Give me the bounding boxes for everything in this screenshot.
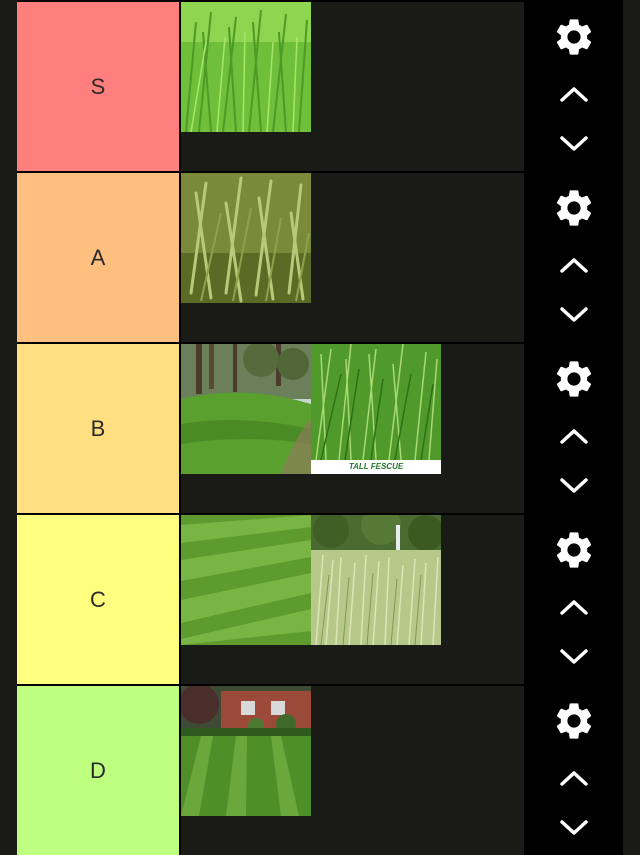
tier-row-d: D: [17, 686, 623, 855]
tier-row-a: A: [17, 173, 623, 342]
chevron-down-icon[interactable]: [524, 639, 623, 675]
gear-icon[interactable]: [524, 525, 623, 575]
tier-label-c[interactable]: C: [17, 515, 181, 684]
gear-icon[interactable]: [524, 12, 623, 62]
tier-items-s[interactable]: [181, 2, 524, 171]
gear-icon[interactable]: [524, 354, 623, 404]
tier-controls-b: [524, 344, 623, 513]
tier-items-c[interactable]: [181, 515, 524, 684]
striped-lawn-image[interactable]: [181, 515, 311, 645]
tall-fescue-image[interactable]: TALL FESCUE: [311, 344, 441, 474]
wheat-grass-field-image[interactable]: [311, 515, 441, 645]
tier-label-s[interactable]: S: [17, 2, 181, 171]
shaded-lawn-trees-image[interactable]: [181, 344, 311, 474]
chevron-down-icon[interactable]: [524, 126, 623, 162]
house-lawn-stripes-image[interactable]: [181, 686, 311, 816]
tier-items-d[interactable]: [181, 686, 524, 855]
tier-label-a[interactable]: A: [17, 173, 181, 342]
tier-items-a[interactable]: [181, 173, 524, 342]
chevron-down-icon[interactable]: [524, 297, 623, 333]
tier-controls-c: [524, 515, 623, 684]
gear-icon[interactable]: [524, 183, 623, 233]
tier-items-b[interactable]: TALL FESCUE: [181, 344, 524, 513]
tier-label-b[interactable]: B: [17, 344, 181, 513]
tier-row-b: B TALL FESCUE: [17, 344, 623, 513]
chevron-up-icon[interactable]: [524, 760, 623, 796]
tier-label-d[interactable]: D: [17, 686, 181, 855]
tier-controls-d: [524, 686, 623, 855]
tier-controls-s: [524, 2, 623, 171]
grass-blades-image[interactable]: [181, 173, 311, 303]
gear-icon[interactable]: [524, 696, 623, 746]
chevron-up-icon[interactable]: [524, 418, 623, 454]
tier-controls-a: [524, 173, 623, 342]
chevron-up-icon[interactable]: [524, 247, 623, 283]
chevron-down-icon[interactable]: [524, 810, 623, 846]
tier-row-s: S: [17, 2, 623, 171]
chevron-up-icon[interactable]: [524, 76, 623, 112]
tier-list: S A B TALL FESCUE C D: [17, 0, 623, 855]
chevron-down-icon[interactable]: [524, 468, 623, 504]
tier-row-c: C: [17, 515, 623, 684]
tall-fescue-caption: TALL FESCUE: [311, 460, 441, 474]
chevron-up-icon[interactable]: [524, 589, 623, 625]
grass-closeup-image[interactable]: [181, 2, 311, 132]
